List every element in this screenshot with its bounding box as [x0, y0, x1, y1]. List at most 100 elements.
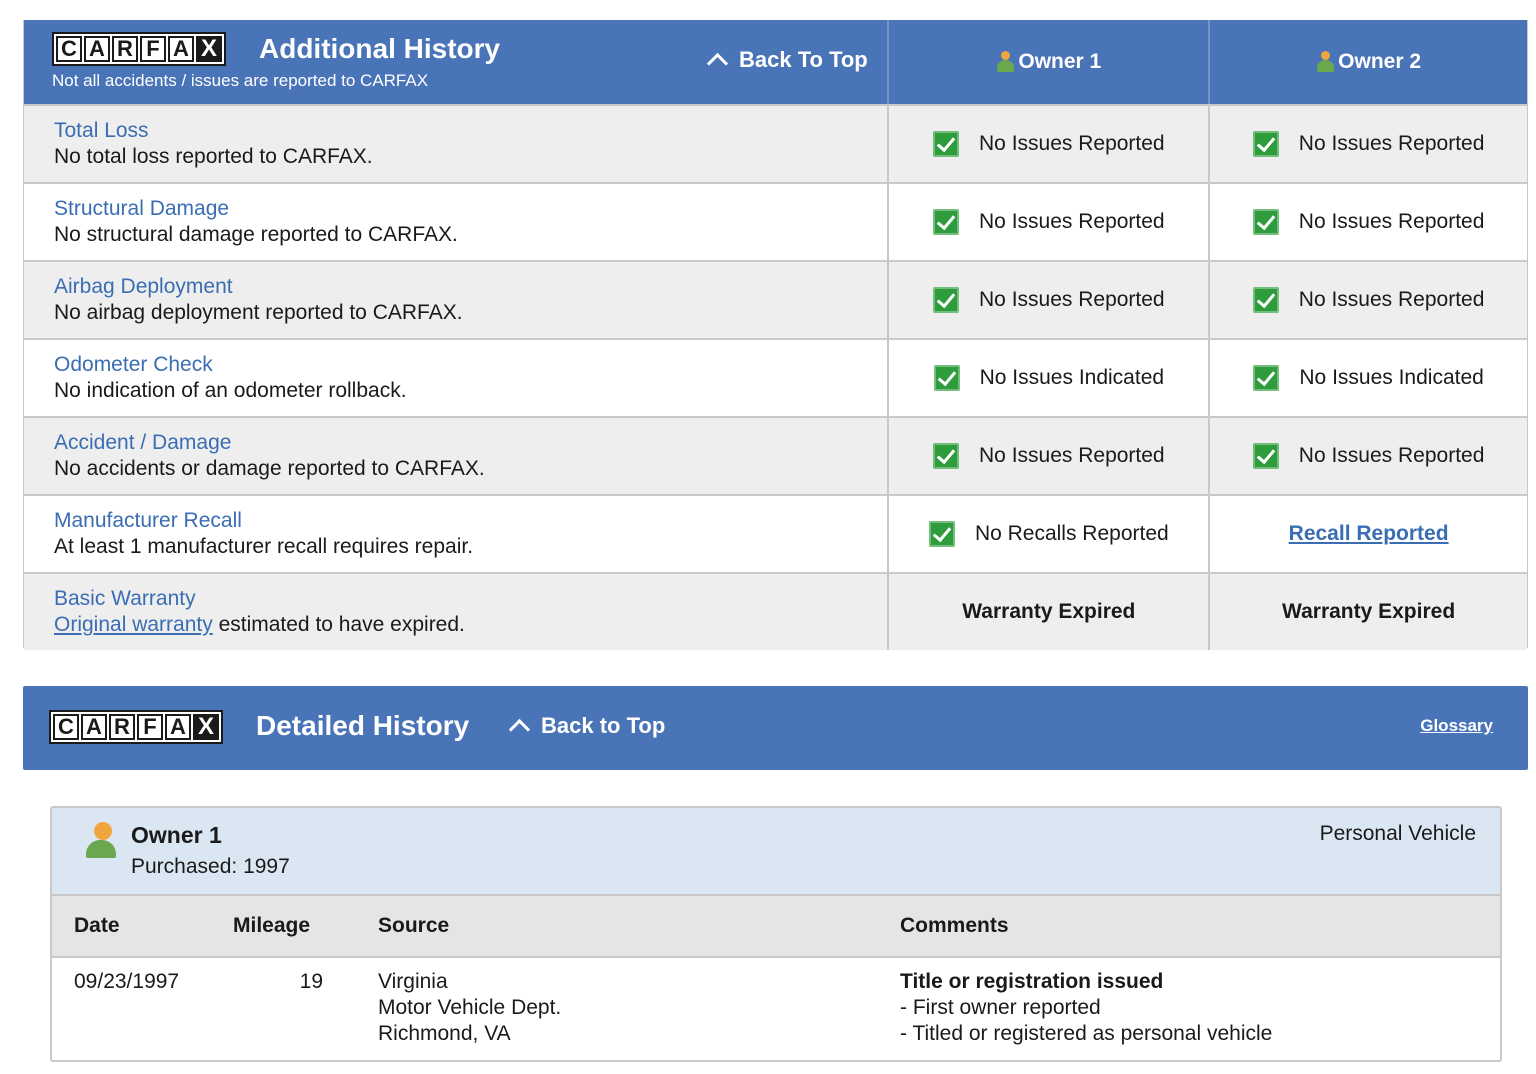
status-text: No Issues Reported: [1298, 132, 1485, 155]
column-header-date: Date: [74, 914, 120, 937]
row-title-link[interactable]: Accident / Damage: [54, 430, 887, 456]
record-source: Virginia Motor Vehicle Dept. Richmond, V…: [378, 969, 561, 1047]
row-info: Odometer Check No indication of an odome…: [24, 340, 890, 416]
row-title-link[interactable]: Airbag Deployment: [54, 274, 887, 300]
logo-letter: C: [56, 36, 82, 62]
history-row-structural-damage: Structural Damage No structural damage r…: [24, 182, 1527, 260]
row-info: Accident / Damage No accidents or damage…: [24, 418, 890, 494]
history-row-airbag-deployment: Airbag Deployment No airbag deployment r…: [24, 260, 1527, 338]
status-text: No Recalls Reported: [974, 522, 1169, 545]
logo-letter: A: [168, 36, 194, 62]
original-warranty-link[interactable]: Original warranty: [54, 613, 213, 636]
row-title-link[interactable]: Structural Damage: [54, 196, 887, 222]
history-row-manufacturer-recall: Manufacturer Recall At least 1 manufactu…: [24, 494, 1527, 572]
logo-letter: X: [193, 713, 219, 740]
row-description: No airbag deployment reported to CARFAX.: [54, 301, 463, 324]
check-icon: [1252, 131, 1279, 157]
row-title-link[interactable]: Basic Warranty: [54, 586, 887, 612]
history-row-basic-warranty: Basic Warranty Original warranty estimat…: [24, 572, 1527, 650]
status-text: No Issues Reported: [1298, 210, 1485, 233]
row-title-link[interactable]: Odometer Check: [54, 352, 887, 378]
column-header-source: Source: [378, 914, 450, 937]
logo-letter: A: [81, 714, 107, 740]
check-icon: [1252, 209, 1279, 235]
status-text: No Issues Reported: [979, 132, 1165, 155]
row-info: Total Loss No total loss reported to CAR…: [24, 106, 890, 182]
owner-2-status: No Issues Reported: [1208, 418, 1527, 494]
comment-line: - First owner reported: [900, 996, 1101, 1019]
owner-2-status: No Issues Indicated: [1208, 340, 1527, 416]
logo-letter: F: [137, 714, 163, 740]
status-text: No Issues Indicated: [979, 366, 1165, 389]
owner-name: Owner 1: [131, 822, 222, 848]
owner-1-status: No Issues Reported: [889, 418, 1208, 494]
logo-letter: A: [84, 36, 110, 62]
glossary-link[interactable]: Glossary: [1420, 716, 1493, 736]
row-info: Basic Warranty Original warranty estimat…: [24, 574, 890, 650]
check-icon: [933, 287, 960, 313]
back-to-top-label: Back to Top: [541, 713, 666, 738]
column-header-comments: Comments: [900, 914, 1009, 937]
owner-2-status: Recall Reported: [1208, 496, 1527, 572]
description-text: estimated to have expired.: [212, 613, 465, 636]
logo-letter: R: [109, 714, 135, 740]
record-mileage: 19: [299, 970, 323, 993]
comment-line: - Titled or registered as personal vehic…: [900, 1022, 1273, 1045]
check-icon: [928, 521, 955, 547]
owner-1-status: No Issues Indicated: [889, 340, 1208, 416]
owner-2-status: No Issues Reported: [1208, 106, 1527, 182]
source-line: Richmond, VA: [378, 1022, 511, 1045]
source-line: Motor Vehicle Dept.: [378, 996, 562, 1019]
additional-history-header: C A R F A X Additional History Not all a…: [24, 20, 1527, 104]
section-subtitle: Not all accidents / issues are reported …: [52, 71, 429, 90]
check-icon: [933, 209, 960, 235]
row-description: No total loss reported to CARFAX.: [54, 145, 373, 168]
row-title-link[interactable]: Total Loss: [54, 118, 887, 144]
row-description: No structural damage reported to CARFAX.: [54, 223, 458, 246]
row-description: At least 1 manufacturer recall requires …: [54, 535, 474, 558]
logo-letter: C: [53, 714, 79, 740]
history-row-odometer-check: Odometer Check No indication of an odome…: [24, 338, 1527, 416]
chevron-up-icon: [508, 718, 531, 740]
row-title-link[interactable]: Manufacturer Recall: [54, 508, 887, 534]
owner-1-status: No Issues Reported: [889, 262, 1208, 338]
row-info: Airbag Deployment No airbag deployment r…: [24, 262, 890, 338]
comment-title: Title or registration issued: [900, 970, 1164, 993]
person-icon: [1316, 51, 1335, 73]
owner-card-header: Owner 1 Purchased: 1997 Personal Vehicle: [52, 808, 1500, 894]
owner-label: Owner 1: [1018, 50, 1102, 73]
check-icon: [1252, 443, 1279, 469]
logo-letter: X: [196, 35, 222, 62]
logo-letter: A: [165, 714, 191, 740]
check-icon: [1252, 287, 1279, 313]
owner-2-status: No Issues Reported: [1208, 262, 1527, 338]
back-to-top-link[interactable]: Back to Top: [508, 713, 666, 740]
table-row: 09/23/1997 19 Virginia Motor Vehicle Dep…: [52, 958, 1500, 1060]
status-text: Warranty Expired: [962, 600, 1136, 623]
check-icon: [933, 131, 960, 157]
chevron-up-icon: [706, 52, 729, 74]
header-main: C A R F A X Additional History Not all a…: [24, 20, 890, 104]
status-text: No Issues Reported: [979, 444, 1165, 467]
section-title: Detailed History: [256, 710, 470, 741]
status-text: No Issues Reported: [979, 210, 1165, 233]
row-info: Structural Damage No structural damage r…: [24, 184, 890, 260]
owner-1-status: No Issues Reported: [889, 106, 1208, 182]
check-icon: [933, 443, 960, 469]
owner-1-status: Warranty Expired: [889, 574, 1208, 650]
check-icon: [1253, 365, 1280, 391]
status-text: No Issues Reported: [1298, 288, 1485, 311]
owner-purchased: Purchased: 1997: [131, 855, 290, 878]
vehicle-type: Personal Vehicle: [1319, 822, 1476, 845]
record-date: 09/23/1997: [74, 970, 180, 993]
owner-2-status: Warranty Expired: [1208, 574, 1527, 650]
status-text: No Issues Reported: [1298, 444, 1485, 467]
recall-reported-link[interactable]: Recall Reported: [1289, 522, 1449, 546]
carfax-logo: C A R F A X: [49, 710, 223, 744]
owner-1-status: No Recalls Reported: [889, 496, 1208, 572]
back-to-top-link[interactable]: Back To Top: [706, 47, 868, 74]
history-row-total-loss: Total Loss No total loss reported to CAR…: [24, 104, 1527, 182]
status-text: No Issues Indicated: [1299, 366, 1484, 389]
row-description: No indication of an odometer rollback.: [54, 379, 407, 402]
owner-1-column-header: Owner 1: [889, 20, 1208, 104]
